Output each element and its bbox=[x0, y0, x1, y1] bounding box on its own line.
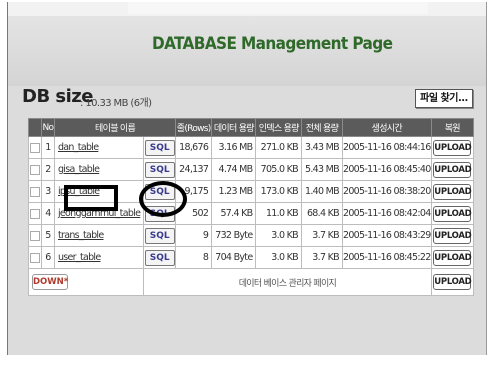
row-no: 2 bbox=[40, 158, 55, 181]
table-header: No 테이블 이름 줄(Rows) 데이터 용량 인덱스 용량 전체 용량 생성… bbox=[28, 118, 475, 137]
total-size: 3.7 KB bbox=[300, 224, 343, 247]
header-checkbox-col bbox=[28, 118, 42, 137]
row-count: 9 bbox=[175, 224, 213, 247]
header-restore: 복원 bbox=[430, 118, 475, 137]
sql-button[interactable]: SQL bbox=[144, 249, 175, 266]
row-count: 18,676 bbox=[175, 136, 213, 159]
table-row: 1 dan_table SQL 18,676 3.16 MB 271.0 KB … bbox=[28, 136, 475, 159]
header-total-size: 전체 용량 bbox=[300, 118, 343, 137]
data-size: 1.23 MB bbox=[211, 180, 257, 203]
db-size-value: : 10.33 MB (6개) bbox=[80, 98, 152, 109]
table-name-link[interactable]: user_table bbox=[58, 252, 101, 263]
upload-button[interactable]: UPLOAD bbox=[433, 205, 472, 222]
row-checkbox[interactable] bbox=[29, 208, 40, 219]
index-size: 271.0 KB bbox=[255, 136, 302, 159]
footer-upload-button[interactable]: UPLOAD bbox=[433, 274, 472, 290]
sql-button[interactable]: SQL bbox=[144, 227, 175, 244]
created-time: 2005-11-16 08:45:22 bbox=[341, 246, 432, 269]
header-no: No bbox=[40, 118, 55, 137]
row-checkbox[interactable] bbox=[29, 164, 40, 175]
header-data-size: 데이터 용량 bbox=[211, 118, 257, 137]
footer-caption: 데이터 베이스 관리자 페이지 bbox=[143, 268, 432, 296]
upload-button[interactable]: UPLOAD bbox=[433, 249, 472, 266]
row-no: 1 bbox=[40, 136, 55, 159]
header-table-name: 테이블 이름 bbox=[53, 118, 177, 137]
table-name-link[interactable]: gisa_table bbox=[58, 164, 100, 175]
table-footer: DOWN* 데이터 베이스 관리자 페이지 UPLOAD bbox=[27, 268, 475, 296]
index-size: 3.0 KB bbox=[255, 246, 302, 269]
total-size: 3.7 KB bbox=[300, 246, 343, 269]
row-count: 24,137 bbox=[175, 158, 213, 181]
created-time: 2005-11-16 08:38:20 bbox=[341, 180, 432, 203]
row-no: 4 bbox=[40, 202, 55, 225]
total-size: 1.40 MB bbox=[300, 180, 343, 203]
index-size: 3.0 KB bbox=[255, 224, 302, 247]
row-checkbox[interactable] bbox=[29, 186, 40, 197]
created-time: 2005-11-16 08:45:40 bbox=[341, 158, 432, 181]
row-checkbox[interactable] bbox=[29, 142, 40, 153]
highlight-ellipse bbox=[139, 181, 187, 217]
row-checkbox[interactable] bbox=[29, 252, 40, 263]
sql-button[interactable]: SQL bbox=[144, 161, 175, 178]
total-size: 3.43 MB bbox=[300, 136, 343, 159]
find-file-button[interactable]: 파일 찾기... bbox=[415, 89, 473, 108]
table-name-link[interactable]: trans_table bbox=[58, 230, 104, 241]
row-checkbox[interactable] bbox=[29, 230, 40, 241]
row-count: 8 bbox=[175, 246, 213, 269]
upload-button[interactable]: UPLOAD bbox=[433, 183, 472, 200]
total-size: 68.4 KB bbox=[300, 202, 343, 225]
header-index-size: 인덱스 용량 bbox=[255, 118, 302, 137]
highlight-rectangle bbox=[64, 185, 118, 211]
table-name-link[interactable]: dan_table bbox=[58, 142, 99, 153]
top-strip bbox=[128, 2, 428, 14]
index-size: 173.0 KB bbox=[255, 180, 302, 203]
table-row: 2 gisa_table SQL 24,137 4.74 MB 705.0 KB… bbox=[28, 158, 475, 181]
data-size: 704 Byte bbox=[211, 246, 257, 269]
created-time: 2005-11-16 08:43:29 bbox=[341, 224, 432, 247]
sql-button[interactable]: SQL bbox=[144, 139, 175, 156]
header-rows: 줄(Rows) bbox=[175, 118, 213, 137]
upload-button[interactable]: UPLOAD bbox=[433, 139, 472, 156]
table-row: 6 user_table SQL 8 704 Byte 3.0 KB 3.7 K… bbox=[28, 246, 475, 269]
created-time: 2005-11-16 08:42:04 bbox=[341, 202, 432, 225]
row-no: 3 bbox=[40, 180, 55, 203]
row-no: 6 bbox=[40, 246, 55, 269]
index-size: 11.0 KB bbox=[255, 202, 302, 225]
page-title: DATABASE Management Page bbox=[152, 34, 393, 54]
created-time: 2005-11-16 08:44:16 bbox=[341, 136, 432, 159]
table-row: 5 trans_table SQL 9 732 Byte 3.0 KB 3.7 … bbox=[28, 224, 475, 247]
data-size: 4.74 MB bbox=[211, 158, 257, 181]
upload-button[interactable]: UPLOAD bbox=[433, 161, 472, 178]
header-created: 생성시간 bbox=[341, 118, 432, 137]
index-size: 705.0 KB bbox=[255, 158, 302, 181]
row-no: 5 bbox=[40, 224, 55, 247]
data-size: 57.4 KB bbox=[211, 202, 257, 225]
upload-button[interactable]: UPLOAD bbox=[433, 227, 472, 244]
total-size: 5.43 MB bbox=[300, 158, 343, 181]
down-button[interactable]: DOWN* bbox=[32, 274, 68, 290]
data-size: 3.16 MB bbox=[211, 136, 257, 159]
data-size: 732 Byte bbox=[211, 224, 257, 247]
